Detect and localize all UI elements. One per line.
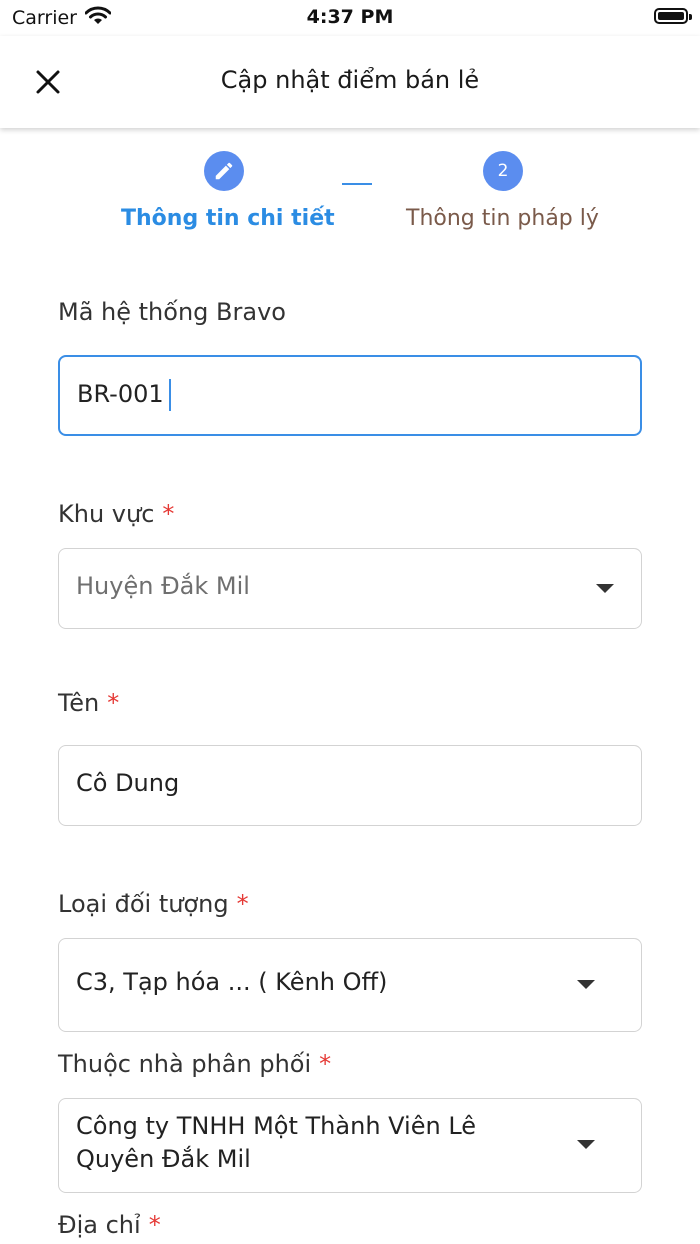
distributor-value-line-2: Quyên Đắk Mil	[76, 1145, 251, 1173]
bravo-code-label: Mã hệ thống Bravo	[58, 298, 286, 326]
distributor-select[interactable]: Công ty TNHH Một Thành Viên Lê Quyên Đắk…	[58, 1098, 642, 1193]
name-value: Cô Dung	[76, 769, 180, 797]
step-1-label[interactable]: Thông tin chi tiết	[121, 206, 335, 231]
name-label: Tên *	[58, 689, 120, 717]
address-label: Địa chỉ *	[58, 1211, 161, 1239]
step-connector	[342, 183, 372, 185]
name-input[interactable]: Cô Dung	[58, 745, 642, 826]
object-type-label: Loại đối tượng *	[58, 890, 249, 918]
status-bar: Carrier 4:37 PM	[0, 0, 700, 36]
step-1-circle[interactable]	[204, 151, 244, 191]
distributor-label: Thuộc nhà phân phối *	[58, 1050, 332, 1078]
text-caret	[169, 379, 171, 411]
bravo-code-value: BR-001	[77, 380, 164, 408]
step-2-label[interactable]: Thông tin pháp lý	[406, 206, 599, 231]
distributor-value-line-1: Công ty TNHH Một Thành Viên Lê	[76, 1112, 477, 1140]
region-select[interactable]: Huyện Đắk Mil	[58, 548, 642, 629]
chevron-down-icon	[596, 584, 614, 593]
chevron-down-icon	[577, 1140, 595, 1149]
required-marker: *	[319, 1050, 332, 1078]
required-marker: *	[236, 890, 249, 918]
step-2-circle[interactable]: 2	[483, 151, 523, 191]
required-marker: *	[148, 1211, 161, 1239]
battery-icon	[654, 8, 692, 24]
required-marker: *	[107, 689, 120, 717]
object-type-select[interactable]: C3, Tạp hóa ... ( Kênh Off)	[58, 938, 642, 1032]
pencil-icon	[215, 162, 233, 180]
bravo-code-input[interactable]: BR-001	[58, 355, 642, 436]
region-label: Khu vực *	[58, 500, 175, 528]
region-value: Huyện Đắk Mil	[76, 572, 250, 600]
step-2-number: 2	[497, 161, 509, 181]
page-title: Cập nhật điểm bán lẻ	[220, 66, 480, 94]
chevron-down-icon	[577, 980, 595, 989]
required-marker: *	[162, 500, 175, 528]
clock: 4:37 PM	[306, 6, 394, 28]
app-header: Cập nhật điểm bán lẻ	[0, 36, 700, 128]
object-type-value: C3, Tạp hóa ... ( Kênh Off)	[76, 968, 388, 996]
